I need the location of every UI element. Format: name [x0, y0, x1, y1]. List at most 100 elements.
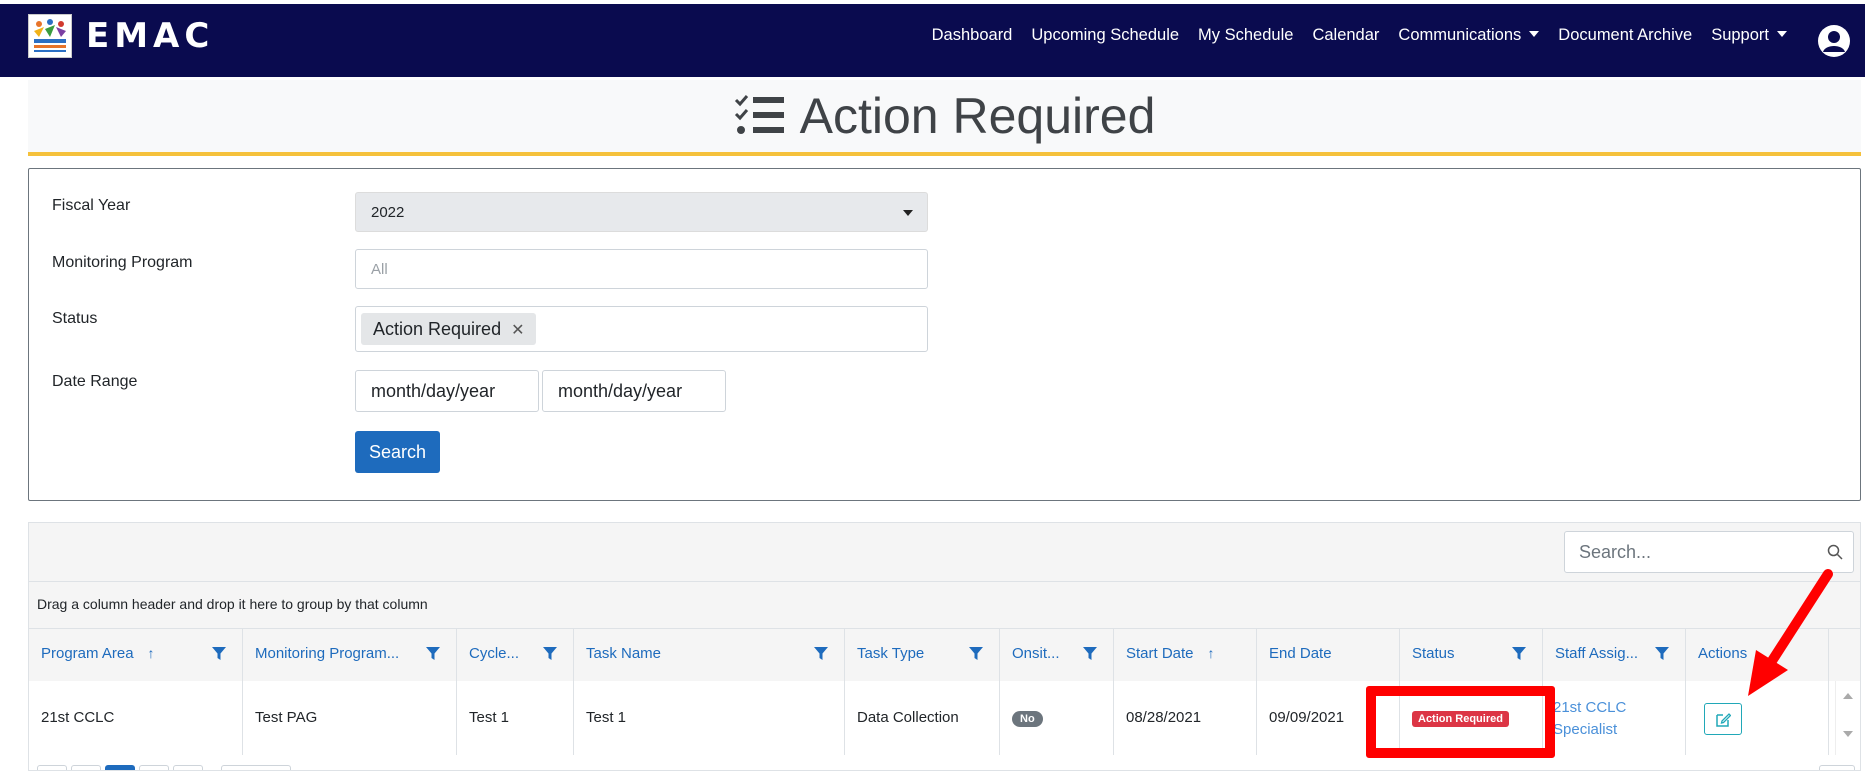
col-monitoring-program[interactable]: Monitoring Program...	[243, 629, 457, 681]
grid-search-input[interactable]: Search...	[1564, 531, 1854, 573]
nav-support[interactable]: Support	[1711, 26, 1769, 44]
monitoring-program-placeholder: All	[371, 261, 388, 278]
top-navbar: EMAC Dashboard Upcoming Schedule My Sche…	[0, 0, 1865, 77]
pager-page-size[interactable]	[221, 765, 291, 770]
nav-upcoming-schedule[interactable]: Upcoming Schedule	[1031, 26, 1179, 45]
col-program-area-label: Program Area	[41, 645, 134, 662]
sort-asc-icon: ↑	[1207, 645, 1215, 661]
pager-refresh-button[interactable]	[1819, 765, 1855, 770]
nav-links: Dashboard Upcoming Schedule My Schedule …	[932, 26, 1787, 45]
nav-communications[interactable]: Communications	[1398, 26, 1521, 44]
status-label: Status	[52, 310, 98, 327]
close-icon[interactable]: ✕	[511, 322, 524, 339]
staff-line-1: 21st CCLC	[1553, 699, 1627, 716]
date-end-placeholder: month/day/year	[558, 381, 683, 401]
page-title-banner: Action Required	[28, 80, 1861, 156]
data-grid: Search... Drag a column header and drop …	[28, 522, 1861, 771]
search-icon	[1827, 544, 1843, 560]
date-range-label: Date Range	[52, 373, 138, 390]
fiscal-year-select[interactable]: 2022	[355, 192, 928, 232]
col-onsite-label: Onsit...	[1012, 645, 1060, 662]
status-multiselect[interactable]: Action Required ✕	[355, 306, 928, 352]
monitoring-program-label: Monitoring Program	[52, 254, 193, 271]
funnel-icon[interactable]	[1655, 647, 1669, 661]
nav-calendar[interactable]: Calendar	[1312, 26, 1379, 45]
pager	[29, 755, 1860, 770]
col-task-name-label: Task Name	[586, 645, 662, 662]
col-task-type-label: Task Type	[857, 645, 925, 662]
fiscal-year-label: Fiscal Year	[52, 197, 131, 214]
pager-prev-button[interactable]	[71, 765, 101, 770]
grid-header-row: Program Area ↑ Monitoring Program... Cycl…	[29, 629, 1860, 682]
col-monitoring-program-label: Monitoring Program...	[255, 645, 400, 662]
col-cycle[interactable]: Cycle...	[457, 629, 574, 681]
col-end-date[interactable]: End Date	[1257, 629, 1400, 681]
monitoring-program-input[interactable]: All	[355, 249, 928, 289]
logo-icon	[28, 14, 72, 58]
table-row[interactable]: 21st CCLC Test PAG Test 1 Test 1 Data Co…	[29, 681, 1860, 756]
col-task-type[interactable]: Task Type	[845, 629, 1000, 681]
col-status[interactable]: Status	[1400, 629, 1543, 681]
edit-button[interactable]	[1704, 703, 1742, 735]
col-status-label: Status	[1412, 645, 1455, 662]
date-start-placeholder: month/day/year	[371, 381, 496, 401]
funnel-icon[interactable]	[426, 647, 440, 661]
group-panel[interactable]: Drag a column header and drop it here to…	[29, 582, 1860, 629]
status-chip: Action Required ✕	[361, 313, 537, 345]
brand-name: EMAC	[86, 16, 215, 56]
date-end-input[interactable]: month/day/year	[542, 370, 726, 412]
filter-panel: Fiscal Year 2022 Monitoring Program All …	[28, 168, 1861, 501]
col-staff-assigned-label: Staff Assig...	[1555, 645, 1639, 662]
cell-onsite: No	[1000, 681, 1114, 755]
col-start-date-label: Start Date	[1126, 645, 1194, 662]
caret-down-icon	[903, 210, 913, 216]
user-circle-icon[interactable]	[1817, 24, 1851, 58]
list-check-icon	[734, 95, 784, 134]
annotation-highlight-box	[1366, 686, 1555, 758]
col-program-area[interactable]: Program Area ↑	[29, 629, 243, 681]
sort-asc-icon: ↑	[147, 645, 155, 661]
nav-document-archive[interactable]: Document Archive	[1558, 26, 1692, 45]
pager-last-button[interactable]	[173, 765, 203, 770]
cell-staff-assigned: 21st CCLC Specialist	[1543, 681, 1686, 755]
status-chip-label: Action Required	[373, 319, 502, 339]
chevron-down-icon	[1777, 30, 1787, 37]
staff-line-2: Specialist	[1553, 721, 1618, 738]
cell-task-type: Data Collection	[845, 681, 1000, 755]
date-start-input[interactable]: month/day/year	[355, 370, 539, 412]
col-onsite[interactable]: Onsit...	[1000, 629, 1114, 681]
cell-program-area: 21st CCLC	[29, 681, 243, 755]
funnel-icon[interactable]	[543, 647, 557, 661]
fiscal-year-value: 2022	[371, 204, 405, 221]
cell-cycle: Test 1	[457, 681, 574, 755]
chevron-down-icon	[1529, 30, 1540, 37]
funnel-icon[interactable]	[212, 647, 226, 661]
col-cycle-label: Cycle...	[469, 645, 520, 662]
pager-first-button[interactable]	[37, 765, 67, 770]
funnel-icon[interactable]	[1512, 647, 1526, 661]
pager-current-page[interactable]	[105, 765, 135, 770]
cell-start-date: 08/28/2021	[1114, 681, 1257, 755]
onsite-badge: No	[1012, 711, 1043, 727]
col-staff-assigned[interactable]: Staff Assig...	[1543, 629, 1686, 681]
funnel-icon[interactable]	[969, 647, 983, 661]
col-task-name[interactable]: Task Name	[574, 629, 845, 681]
cell-monitoring-program: Test PAG	[243, 681, 457, 755]
search-button[interactable]: Search	[355, 431, 440, 473]
staff-assigned-link[interactable]: 21st CCLC Specialist	[1553, 697, 1626, 741]
funnel-icon[interactable]	[1083, 647, 1097, 661]
col-start-date[interactable]: Start Date ↑	[1114, 629, 1257, 681]
nav-my-schedule[interactable]: My Schedule	[1198, 26, 1293, 45]
pager-next-button[interactable]	[139, 765, 169, 770]
nav-communications-dropdown[interactable]: Communications	[1398, 26, 1540, 45]
nav-support-dropdown[interactable]: Support	[1711, 26, 1787, 45]
brand-logo[interactable]: EMAC	[28, 14, 214, 58]
cell-task-name: Test 1	[574, 681, 845, 755]
funnel-icon[interactable]	[814, 647, 828, 661]
col-end-date-label: End Date	[1269, 645, 1332, 662]
annotation-arrow-icon	[1748, 569, 1833, 696]
edit-icon	[1716, 713, 1731, 727]
nav-dashboard[interactable]: Dashboard	[932, 26, 1013, 45]
grid-toolbar: Search...	[29, 523, 1860, 582]
page-title: Action Required	[799, 88, 1156, 144]
